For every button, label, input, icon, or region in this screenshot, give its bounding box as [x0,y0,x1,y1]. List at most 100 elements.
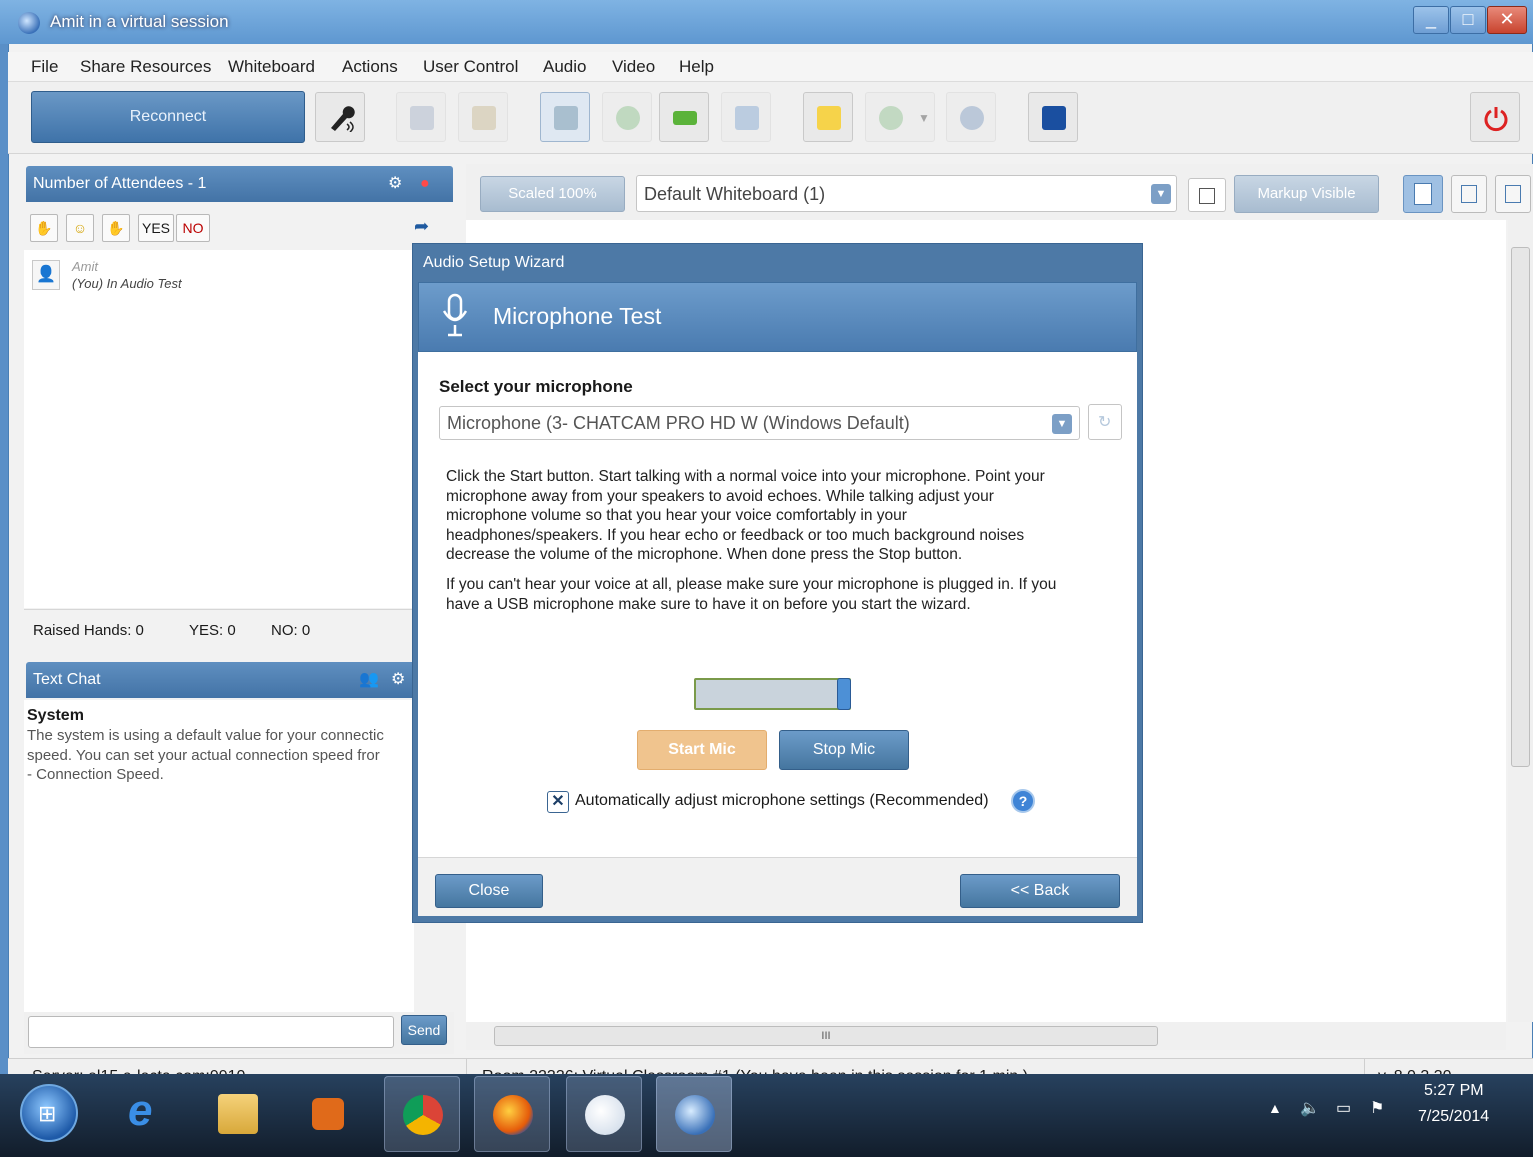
taskbar-firefox[interactable] [474,1076,550,1152]
menu-whiteboard[interactable]: Whiteboard [228,57,315,77]
menu-help[interactable]: Help [679,57,714,77]
checkbox-icon [1199,188,1215,204]
show-hidden-icons[interactable]: ▲ [1268,1100,1282,1116]
arrow-right-icon[interactable]: ➦ [414,216,429,237]
text-tool-button[interactable] [540,92,590,142]
microphone-icon [442,293,468,337]
clap-icon: ✋ [107,220,125,236]
yes-button[interactable]: YES [138,214,174,242]
taskbar-ie[interactable]: e [110,1076,186,1152]
audio-setup-dialog: Audio Setup Wizard Microphone Test Selec… [412,243,1143,923]
help-icon[interactable]: ? [1011,789,1035,813]
auto-adjust-label: Automatically adjust microphone settings… [575,792,989,809]
scroll-thumb[interactable]: III [494,1026,1158,1046]
share-screen-button[interactable] [721,92,771,142]
page-view-button[interactable] [1403,175,1443,213]
menu-user-control[interactable]: User Control [423,57,518,77]
chat-title: Text Chat [33,671,101,688]
power-button[interactable] [1470,92,1520,142]
network-icon[interactable]: ▭ [1336,1098,1351,1118]
wrench-speaker-icon [331,106,355,132]
scaled-button[interactable]: Scaled 100% [480,176,625,212]
instructions-line: If you can't hear your voice at all, ple… [446,576,1057,593]
monitor-icon [735,106,759,130]
app-globe-icon [18,12,40,34]
markup-toggle[interactable] [1188,178,1226,212]
whiteboard-select[interactable]: Default Whiteboard (1) ▼ [636,175,1177,212]
title-bar[interactable]: Amit in a virtual session _ □ ✕ [0,0,1533,44]
chat-gear-icon[interactable]: ⚙ [391,662,405,698]
audio-settings-button[interactable] [315,92,365,142]
chart-icon [410,106,434,130]
vertical-scrollbar[interactable] [1508,220,1533,1022]
close-window-button[interactable]: ✕ [1487,6,1527,34]
menu-audio[interactable]: Audio [543,57,586,77]
taskbar-paint[interactable] [566,1076,642,1152]
select-mic-label: Select your microphone [439,377,633,396]
menu-share-resources[interactable]: Share Resources [80,57,211,77]
taskbar-explorer[interactable] [200,1076,276,1152]
chat-users-icon[interactable]: 👥 [359,662,379,698]
refresh-icon: ↻ [1098,414,1112,431]
fullscreen-button[interactable] [1028,92,1078,142]
menu-actions[interactable]: Actions [342,57,398,77]
taskbar-electa[interactable] [656,1076,732,1152]
fit-page-button[interactable] [1495,175,1531,213]
reconnect-button[interactable]: Reconnect [31,91,305,143]
fit-width-button[interactable] [1451,175,1487,213]
send-button[interactable]: Send [401,1015,447,1045]
scroll-thumb[interactable] [1511,247,1530,767]
markup-visible-button[interactable]: Markup Visible [1234,175,1379,213]
mic-volume-slider[interactable] [694,678,851,710]
location-pin-icon[interactable]: ● [420,166,430,202]
files-button[interactable] [458,92,508,142]
start-mic-button[interactable]: Start Mic [637,730,767,770]
taskbar: ⊞ e ▲ 🔈 ▭ ⚑ 5:27 PM 7/25/2014 [0,1074,1533,1157]
fit-page-icon [1505,185,1521,203]
menu-video[interactable]: Video [612,57,655,77]
clock-time[interactable]: 5:27 PM [1424,1082,1484,1100]
chat-messages: System The system is using a default val… [24,700,414,1012]
media-player-icon [312,1098,344,1130]
note-button[interactable] [803,92,853,142]
power-icon [1484,107,1508,132]
start-button[interactable]: ⊞ [20,1084,78,1142]
refresh-button[interactable]: ↻ [1088,404,1122,440]
video-button[interactable] [659,92,709,142]
close-button[interactable]: Close [435,874,543,908]
no-button[interactable]: NO [176,214,210,242]
taskbar-chrome[interactable] [384,1076,460,1152]
taskbar-media[interactable] [290,1076,366,1152]
toolbar: Reconnect ▼ [8,82,1533,154]
chat-input[interactable] [28,1016,394,1048]
user-avatar-icon: 👤 [32,260,60,290]
poll-button[interactable] [396,92,446,142]
minimize-button[interactable]: _ [1413,6,1449,34]
action-center-icon[interactable]: ⚑ [1370,1098,1384,1118]
pie-chart-button[interactable]: ▼ [865,92,935,142]
web-button[interactable] [602,92,652,142]
menu-bar: File Share Resources Whiteboard Actions … [8,52,1533,82]
raise-hand-button[interactable]: ✋ [30,214,58,242]
back-button[interactable]: << Back [960,874,1120,908]
stop-mic-button[interactable]: Stop Mic [779,730,909,770]
paint-icon [585,1095,625,1135]
attendees-header: Number of Attendees - 1 ⚙ ● [26,166,453,202]
ie-icon: e [128,1086,153,1135]
auto-adjust-checkbox[interactable]: ✕ [547,791,569,813]
gear-icon[interactable]: ⚙ [388,166,402,202]
dialog-banner: Microphone Test [418,282,1137,352]
menu-file[interactable]: File [31,57,58,77]
smile-icon: ☺ [72,220,88,236]
maximize-button[interactable]: □ [1450,6,1486,34]
slider-handle[interactable] [837,678,851,710]
users-button[interactable] [946,92,996,142]
smile-button[interactable]: ☺ [66,214,94,242]
horizontal-scrollbar[interactable]: III [466,1022,1506,1050]
microphone-select[interactable]: Microphone (3- CHATCAM PRO HD W (Windows… [439,406,1080,440]
applause-button[interactable]: ✋ [102,214,130,242]
instructions-line: microphone away from your speakers to av… [446,487,994,505]
clock-date[interactable]: 7/25/2014 [1418,1108,1489,1126]
attendee-name[interactable]: Amit [72,259,98,274]
speaker-muted-icon[interactable]: 🔈 [1300,1098,1320,1118]
